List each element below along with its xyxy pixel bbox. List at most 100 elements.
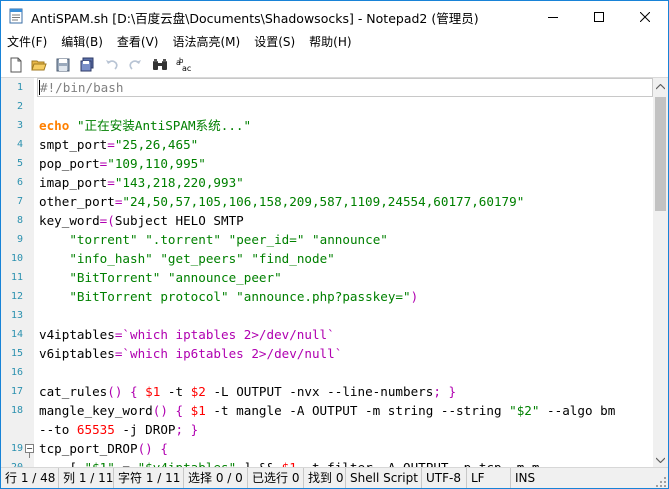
code-line[interactable]: 14 v4iptables=`which iptables 2>/dev/null… (1, 325, 653, 344)
code-token: $2 (190, 384, 206, 399)
code-text[interactable]: "torrent" ".torrent" "peer_id=" "announc… (37, 230, 653, 249)
code-text[interactable]: "BitTorrent protocol" "announce.php?pass… (37, 287, 653, 306)
resize-grip-icon[interactable] (656, 476, 666, 487)
code-line[interactable]: 6 imap_port="143,218,220,993" (1, 173, 653, 192)
code-token: () { (137, 441, 168, 456)
menu-help[interactable]: 帮助(H) (302, 32, 358, 52)
undo-button[interactable] (103, 56, 121, 74)
code-text[interactable]: smpt_port="25,26,465" (37, 135, 653, 154)
code-text[interactable] (37, 363, 653, 382)
maximize-button[interactable] (576, 1, 622, 32)
code-token: "get_peers" (160, 251, 244, 266)
code-token: #!/bin/bash (40, 80, 124, 95)
code-token: "143,218,220,993" (114, 175, 244, 190)
code-text[interactable]: cat_rules() { $1 -t $2 -L OUTPUT -nvx --… (37, 382, 653, 401)
code-token: "announce" (312, 232, 388, 247)
code-line[interactable]: 12 "BitTorrent protocol" "announce.php?p… (1, 287, 653, 306)
code-line-wrapped[interactable]: --to 65535 -j DROP; } (1, 420, 653, 439)
code-line[interactable]: 5 pop_port="109,110,995" (1, 154, 653, 173)
code-line[interactable]: 15 v6iptables=`which ip6tables 2>/dev/nul… (1, 344, 653, 363)
code-text[interactable]: "info_hash" "get_peers" "find_node" (37, 249, 653, 268)
menu-edit[interactable]: 编辑(B) (54, 32, 110, 52)
menu-view[interactable]: 查看(V) (110, 32, 166, 52)
code-text[interactable] (37, 97, 653, 116)
code-token: `which ip6tables 2>/dev/null` (122, 346, 343, 361)
code-line[interactable]: 19− tcp_port_DROP() { (1, 439, 653, 458)
code-text[interactable]: v4iptables=`which iptables 2>/dev/null` (37, 325, 653, 344)
save-button[interactable] (54, 56, 72, 74)
close-button[interactable] (622, 1, 668, 32)
open-button[interactable] (30, 56, 48, 74)
line-number: 15 (10, 348, 23, 359)
close-icon (640, 11, 650, 22)
code-line[interactable]: 3 echo "正在安装AntiSPAM系统..." (1, 116, 653, 135)
menu-syntax[interactable]: 语法高亮(M) (165, 32, 247, 52)
code-text[interactable] (37, 306, 653, 325)
find-button[interactable] (151, 56, 169, 74)
code-token: = (107, 137, 115, 152)
line-number: 20 (1, 458, 23, 467)
save-all-button[interactable] (78, 56, 96, 74)
scroll-down-button[interactable] (653, 451, 668, 467)
code-text[interactable]: --to 65535 -j DROP; } (37, 420, 653, 439)
code-text[interactable]: other_port="24,50,57,105,106,158,209,587… (37, 192, 653, 211)
code-line[interactable]: 17 cat_rules() { $1 -t $2 -L OUTPUT -nvx … (1, 382, 653, 401)
minimize-button[interactable] (530, 1, 576, 32)
code-text[interactable]: pop_port="109,110,995" (37, 154, 653, 173)
code-line[interactable]: 2 (1, 97, 653, 116)
status-lexer[interactable]: Shell Script (346, 467, 422, 488)
code-text[interactable]: tcp_port_DROP() { (37, 439, 653, 458)
line-number: 10 (10, 253, 23, 264)
code-lines[interactable]: 1 #!/bin/bash 2 3 echo "正在安装AntiSPAM系统..." 4 s… (1, 78, 653, 467)
code-token: "正在安装AntiSPAM系统..." (76, 118, 252, 133)
save-all-icon (80, 57, 94, 72)
fold-collapse-icon[interactable]: − (25, 444, 34, 453)
code-line[interactable]: 16 (1, 363, 653, 382)
status-line[interactable]: 行 1 / 48 (1, 467, 59, 488)
code-line[interactable]: 1 #!/bin/bash (1, 78, 653, 97)
status-selection: 选择 0 / 0 (184, 467, 248, 488)
code-line[interactable]: 20 [ "$1" = "$v4iptables" ] && $1 -t fil… (1, 458, 653, 467)
code-text[interactable]: [ "$1" = "$v4iptables" ] && $1 -t filter… (37, 458, 653, 467)
vertical-scrollbar[interactable] (653, 78, 668, 467)
redo-button[interactable] (126, 56, 144, 74)
code-text[interactable]: #!/bin/bash (37, 78, 653, 97)
code-text[interactable]: echo "正在安装AntiSPAM系统..." (37, 116, 653, 135)
code-text[interactable]: "BitTorrent" "announce_peer" (37, 268, 653, 287)
line-number: 1 (16, 82, 23, 93)
menu-settings[interactable]: 设置(S) (247, 32, 302, 52)
undo-icon (106, 60, 118, 70)
code-line[interactable]: 18 mangle_key_word() { $1 -t mangle -A OU… (1, 401, 653, 420)
code-line[interactable]: 9 "torrent" ".torrent" "peer_id=" "annou… (1, 230, 653, 249)
code-line[interactable]: 11 "BitTorrent" "announce_peer" (1, 268, 653, 287)
code-text[interactable]: v6iptables=`which ip6tables 2>/dev/null` (37, 344, 653, 363)
code-line[interactable]: 10 "info_hash" "get_peers" "find_node" (1, 249, 653, 268)
menu-file[interactable]: 文件(F) (1, 32, 54, 52)
code-line[interactable]: 8 key_word=(Subject HELO SMTP (1, 211, 653, 230)
code-token: "$v4iptables" (138, 460, 237, 467)
scroll-up-button[interactable] (653, 78, 668, 95)
scroll-thumb[interactable] (655, 97, 666, 211)
code-token: "$2" (509, 403, 540, 418)
code-line[interactable]: 7 other_port="24,50,57,105,106,158,209,58… (1, 192, 653, 211)
title-bar[interactable]: AntiSPAM.sh [D:\百度云盘\Documents\Shadowsoc… (1, 1, 668, 32)
code-text[interactable]: mangle_key_word() { $1 -t mangle -A OUTP… (37, 401, 653, 420)
status-encoding[interactable]: UTF-8 (422, 467, 467, 488)
code-line[interactable]: 4 smpt_port="25,26,465" (1, 135, 653, 154)
code-text[interactable]: imap_port="143,218,220,993" (37, 173, 653, 192)
status-insert-mode[interactable]: INS (511, 468, 551, 489)
notepad2-app-icon (8, 8, 24, 24)
replace-button[interactable]: a ac b (175, 56, 193, 74)
minimize-icon (548, 16, 558, 18)
code-line[interactable]: 13 (1, 306, 653, 325)
new-file-button[interactable] (7, 56, 25, 74)
code-token: = (107, 175, 115, 190)
line-number: 5 (16, 158, 23, 169)
line-number: 6 (16, 177, 23, 188)
code-token: "$1" (85, 460, 115, 467)
status-eol[interactable]: LF (467, 467, 511, 488)
editor-area[interactable]: 1 #!/bin/bash 2 3 echo "正在安装AntiSPAM系统..." 4 s… (1, 77, 668, 467)
code-text[interactable]: key_word=(Subject HELO SMTP (37, 211, 653, 230)
code-token: "info_hash" (69, 251, 153, 266)
